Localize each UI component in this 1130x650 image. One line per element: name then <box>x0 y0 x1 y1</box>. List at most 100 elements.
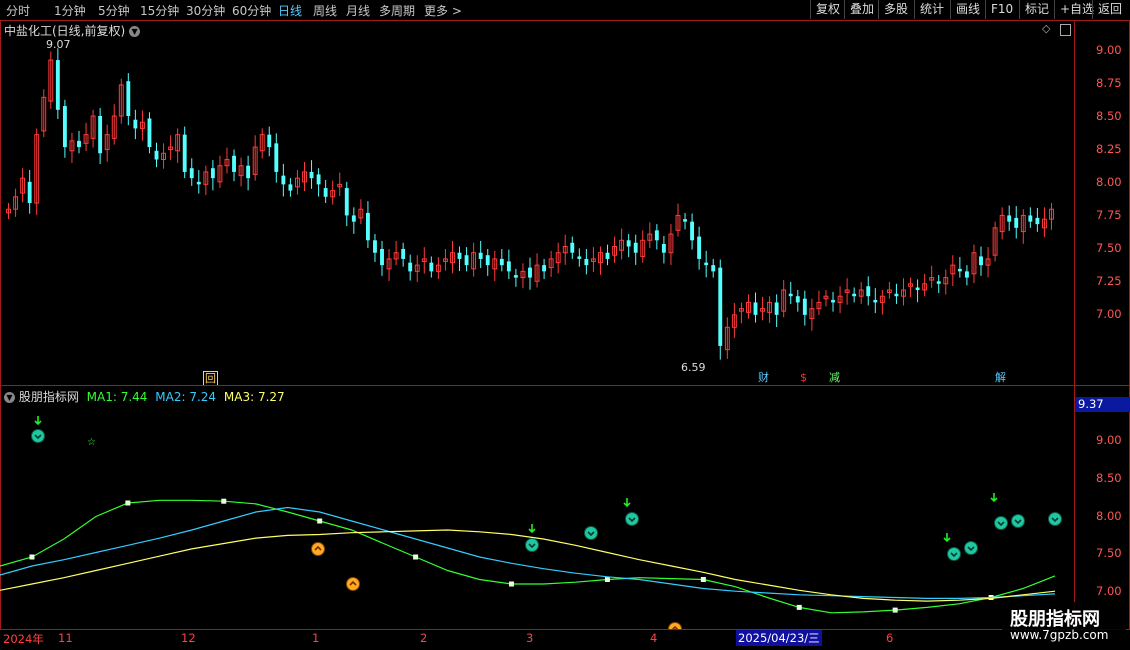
candle-body <box>281 175 286 185</box>
indicator-tick: 8.00 <box>1096 509 1122 523</box>
ma1-point-marker <box>604 577 610 582</box>
period-tab-daily[interactable]: 日线 <box>278 2 302 19</box>
period-tab-30min[interactable]: 30分钟 <box>186 2 225 19</box>
candle-body <box>697 236 702 259</box>
candle-body <box>126 81 131 116</box>
candle-body <box>98 116 103 154</box>
candle-body <box>485 255 490 266</box>
ma1-point-marker <box>125 500 131 506</box>
candle-body <box>408 262 413 272</box>
ma1-point-marker <box>29 554 35 560</box>
candle-body <box>27 181 32 203</box>
candle-body <box>704 262 709 266</box>
candle-body <box>274 143 279 172</box>
candle-body <box>873 299 878 303</box>
high-price-value: 9.07 <box>46 38 71 51</box>
candle-body <box>196 181 201 185</box>
candle-body <box>1014 217 1019 228</box>
candle-body <box>62 106 67 148</box>
period-tab-weekly[interactable]: 周线 <box>313 2 337 19</box>
candle-body <box>661 244 666 253</box>
cursor-date-label: 2025/04/23/三 <box>736 630 822 646</box>
candle-body <box>626 240 631 247</box>
candle-body <box>380 248 384 266</box>
candle-body <box>654 230 659 241</box>
sell-signal-icon <box>584 526 598 540</box>
event-flag-unlock[interactable]: 解 <box>994 371 1007 384</box>
candle-body <box>147 118 152 148</box>
indicator-chart[interactable]: ☆ <box>0 386 1073 629</box>
period-tab-more[interactable]: 更多 > <box>424 2 462 19</box>
period-tab-multi[interactable]: 多周期 <box>379 2 415 19</box>
ma-line-2 <box>0 506 1056 599</box>
candle-body <box>633 242 638 253</box>
candle-body <box>711 265 716 272</box>
candle-body <box>774 302 779 315</box>
event-flag-reduce[interactable]: 减 <box>828 371 841 384</box>
down-arrow-icon <box>943 533 951 543</box>
draw-line-button[interactable]: 画线 <box>950 0 985 19</box>
candle-body <box>55 60 60 110</box>
period-tab-5min[interactable]: 5分钟 <box>98 2 130 19</box>
candle-body <box>309 171 314 179</box>
candle-body <box>189 168 194 179</box>
candlestick-chart[interactable] <box>0 21 1073 385</box>
candle-body <box>478 252 483 259</box>
time-label: 6 <box>886 631 894 645</box>
time-label: 1 <box>312 631 320 645</box>
ma1-point-marker <box>509 581 515 587</box>
sell-signal-icon <box>1048 512 1062 526</box>
candle-body <box>506 261 511 272</box>
candle-body <box>182 134 187 172</box>
period-tab-15min[interactable]: 15分钟 <box>140 2 179 19</box>
indicator-tick: 7.00 <box>1096 584 1122 598</box>
candle-body <box>323 188 328 197</box>
candle-body <box>77 140 81 148</box>
high-price-label: 9.07 <box>46 38 71 51</box>
indicator-tick: 9.00 <box>1096 433 1122 447</box>
sell-signal-icon <box>1011 514 1025 528</box>
candle-body <box>957 268 962 272</box>
sell-signal-icon <box>625 512 639 526</box>
period-tab-60min[interactable]: 60分钟 <box>232 2 271 19</box>
watermark-logo: 股朋指标网 www.7gpzb.com <box>1002 602 1126 648</box>
candle-body <box>852 293 857 297</box>
watermark-url: www.7gpzb.com <box>1010 628 1109 642</box>
adjust-button[interactable]: 复权 <box>810 0 845 19</box>
candle-body <box>753 302 758 315</box>
candle-body <box>528 267 532 278</box>
multi-stock-button[interactable]: 多股 <box>878 0 913 19</box>
ma1-point-marker <box>892 607 898 613</box>
time-label: 2024年 <box>3 632 44 646</box>
down-arrow-icon <box>34 416 42 426</box>
candle-body <box>232 155 236 172</box>
candle-body <box>894 293 899 297</box>
event-flag-dividend[interactable]: $ <box>799 371 808 384</box>
time-label: 4 <box>650 631 658 645</box>
period-toolbar: 分时 1分钟 5分钟 15分钟 30分钟 60分钟 日线 周线 月线 多周期 更… <box>0 0 1130 21</box>
candle-body <box>1028 215 1033 222</box>
candle-body <box>1035 217 1040 225</box>
candle-body <box>246 165 251 179</box>
event-flag-buyback[interactable]: 回 <box>203 371 218 386</box>
overlay-button[interactable]: 叠加 <box>844 0 879 19</box>
ma1-point-marker <box>221 498 227 504</box>
period-tab-fenshi[interactable]: 分时 <box>6 2 30 19</box>
period-tab-monthly[interactable]: 月线 <box>346 2 370 19</box>
candle-body <box>267 134 272 148</box>
candle-body <box>210 168 215 179</box>
sell-signal-icon <box>947 547 961 561</box>
statistics-button[interactable]: 统计 <box>914 0 949 19</box>
buy-signal-icon <box>346 577 360 591</box>
low-price-label: 6.59 <box>681 361 706 374</box>
sell-signal-icon <box>31 429 45 443</box>
sell-signal-icon <box>964 541 978 555</box>
sell-signal-icon <box>525 538 539 552</box>
candle-body <box>936 281 941 284</box>
candle-body <box>718 267 723 346</box>
mark-button[interactable]: 标记 <box>1019 0 1054 19</box>
event-flag-finance[interactable]: 财 <box>757 371 770 384</box>
indicator-y-axis: 9.00 8.50 8.00 7.50 7.00 <box>1074 0 1130 650</box>
period-tab-1min[interactable]: 1分钟 <box>54 2 86 19</box>
f10-button[interactable]: F10 <box>985 0 1018 19</box>
